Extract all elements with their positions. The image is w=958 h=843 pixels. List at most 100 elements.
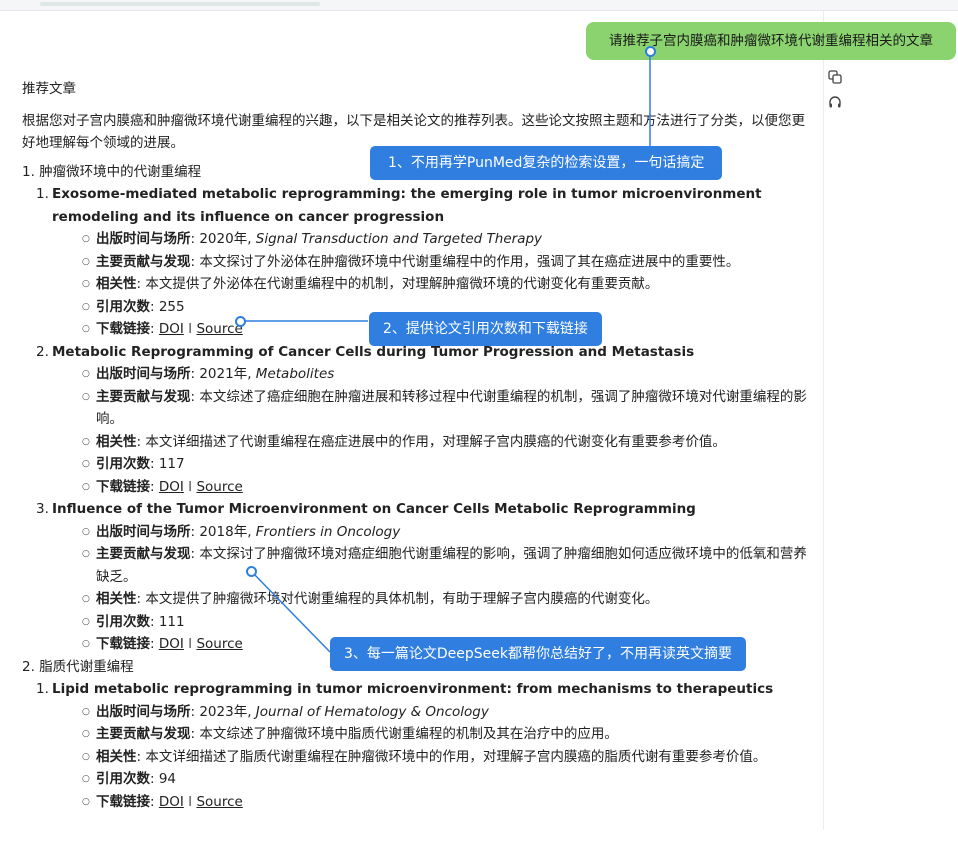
source-link[interactable]: Source bbox=[196, 794, 242, 810]
section: 1. 肿瘤微环境中的代谢重编程 1. Exosome-mediated meta… bbox=[22, 161, 812, 656]
field-label: 出版时间与场所 bbox=[96, 366, 191, 382]
citation-count: 255 bbox=[158, 298, 185, 315]
relevance-text: 本文提供了肿瘤微环境对代谢重编程的具体机制，有助于理解子宫内膜癌的代谢变化。 bbox=[145, 591, 659, 607]
link-separator: I bbox=[188, 478, 193, 495]
field-label: 下载链接 bbox=[96, 321, 150, 337]
paper-entry: 2. Metabolic Reprogramming of Cancer Cel… bbox=[22, 341, 812, 499]
venue: Journal of Hematology & Oncology bbox=[255, 703, 489, 720]
section-title: 肿瘤微环境中的代谢重编程 bbox=[39, 163, 202, 180]
field-citations: 引用次数: 117 bbox=[82, 453, 812, 476]
source-link[interactable]: Source bbox=[196, 636, 242, 652]
top-bar bbox=[0, 0, 958, 11]
field-relevance: 相关性: 本文详细描述了代谢重编程在癌症进展中的作用，对理解子宫内膜癌的代谢变化… bbox=[82, 431, 812, 454]
paper-entry: 1. Lipid metabolic reprogramming in tumo… bbox=[22, 678, 812, 813]
section-list: 1. 肿瘤微环境中的代谢重编程 1. Exosome-mediated meta… bbox=[22, 161, 812, 814]
field-label: 出版时间与场所 bbox=[96, 703, 191, 720]
field-label: 引用次数 bbox=[96, 298, 150, 315]
citation-count: 117 bbox=[158, 456, 185, 472]
field-contribution: 主要贡献与发现: 本文综述了癌症细胞在肿瘤进展和转移过程中代谢重编程的机制，强调… bbox=[82, 386, 812, 431]
section-title: 脂质代谢重编程 bbox=[39, 658, 134, 675]
field-time-venue: 出版时间与场所: 2018年, Frontiers in Oncology bbox=[82, 521, 812, 544]
contribution-text: 本文探讨了肿瘤微环境对癌症细胞代谢重编程的影响，强调了肿瘤细胞如何适应微环境中的… bbox=[96, 546, 807, 585]
copy-icon[interactable] bbox=[828, 70, 842, 84]
field-label: 主要贡献与发现 bbox=[96, 726, 191, 742]
field-label: 主要贡献与发现 bbox=[96, 546, 191, 562]
year: 2020年, bbox=[199, 231, 252, 247]
field-label: 相关性 bbox=[96, 433, 137, 450]
field-relevance: 相关性: 本文提供了肿瘤微环境对代谢重编程的具体机制，有助于理解子宫内膜癌的代谢… bbox=[82, 588, 812, 611]
field-citations: 引用次数: 94 bbox=[82, 768, 812, 791]
field-label: 主要贡献与发现 bbox=[96, 388, 191, 405]
callout-dot bbox=[645, 46, 656, 57]
contribution-text: 本文综述了肿瘤微环境中脂质代谢重编程的机制及其在治疗中的应用。 bbox=[199, 726, 618, 742]
page-title: 推荐文章 bbox=[22, 81, 76, 97]
field-label: 相关性 bbox=[96, 748, 137, 765]
link-separator: I bbox=[188, 321, 193, 337]
field-label: 引用次数 bbox=[96, 771, 150, 787]
relevance-text: 本文提供了外泌体在代谢重编程中的机制，对理解肿瘤微环境的代谢变化有重要贡献。 bbox=[145, 276, 659, 292]
paper-title: Lipid metabolic reprogramming in tumor m… bbox=[52, 681, 774, 697]
field-download: 下载链接: DOI I Source bbox=[82, 791, 812, 814]
field-label: 下载链接 bbox=[96, 793, 150, 810]
field-label: 相关性 bbox=[96, 591, 137, 607]
venue: Metabolites bbox=[255, 366, 335, 382]
field-label: 相关性 bbox=[96, 276, 137, 292]
link-separator: I bbox=[188, 793, 193, 810]
doi-link[interactable]: DOI bbox=[159, 479, 184, 495]
paper-fields: 出版时间与场所: 2021年, Metabolites 主要贡献与发现: 本文综… bbox=[52, 363, 812, 498]
doi-link[interactable]: DOI bbox=[159, 794, 184, 810]
field-citations: 引用次数: 111 bbox=[82, 611, 812, 634]
user-message-bubble: 请推荐子宫内膜癌和肿瘤微环境代谢重编程相关的文章 bbox=[586, 22, 956, 60]
field-contribution: 主要贡献与发现: 本文综述了肿瘤微环境中脂质代谢重编程的机制及其在治疗中的应用。 bbox=[82, 723, 812, 746]
link-separator: I bbox=[188, 636, 193, 652]
source-link[interactable]: Source bbox=[196, 479, 242, 495]
callout-2: 2、提供论文引用次数和下载链接 bbox=[369, 312, 602, 346]
paper-title: Exosome-mediated metabolic reprogramming… bbox=[52, 186, 762, 225]
doi-link[interactable]: DOI bbox=[159, 636, 184, 652]
contribution-text: 本文探讨了外泌体在肿瘤微环境中代谢重编程中的作用，强调了其在癌症进展中的重要性。 bbox=[199, 253, 740, 270]
field-label: 主要贡献与发现 bbox=[96, 253, 191, 270]
field-relevance: 相关性: 本文提供了外泌体在代谢重编程中的机制，对理解肿瘤微环境的代谢变化有重要… bbox=[82, 273, 812, 296]
section-number: 1. bbox=[22, 163, 35, 180]
field-time-venue: 出版时间与场所: 2020年, Signal Transduction and … bbox=[82, 228, 812, 251]
relevance-text: 本文详细描述了脂质代谢重编程在肿瘤微环境中的作用，对理解子宫内膜癌的脂质代谢有重… bbox=[145, 748, 767, 765]
top-strip bbox=[40, 2, 320, 6]
callout-dot bbox=[246, 566, 257, 577]
field-label: 出版时间与场所 bbox=[96, 231, 191, 247]
field-time-venue: 出版时间与场所: 2023年, Journal of Hematology & … bbox=[82, 701, 812, 724]
field-label: 引用次数 bbox=[96, 613, 150, 630]
field-label: 出版时间与场所 bbox=[96, 523, 191, 540]
field-download: 下载链接: DOI I Source bbox=[82, 476, 812, 499]
field-relevance: 相关性: 本文详细描述了脂质代谢重编程在肿瘤微环境中的作用，对理解子宫内膜癌的脂… bbox=[82, 746, 812, 769]
venue: Frontiers in Oncology bbox=[255, 523, 401, 540]
callout-dot bbox=[235, 316, 246, 327]
paper-title: Influence of the Tumor Microenvironment … bbox=[52, 501, 696, 517]
year: 2018年, bbox=[199, 523, 252, 540]
field-contribution: 主要贡献与发现: 本文探讨了外泌体在肿瘤微环境中代谢重编程中的作用，强调了其在癌… bbox=[82, 251, 812, 274]
assistant-answer: 推荐文章 根据您对子宫内膜癌和肿瘤微环境代谢重编程的兴趣，以下是相关论文的推荐列… bbox=[22, 78, 812, 830]
citation-count: 94 bbox=[158, 771, 177, 787]
section: 2. 脂质代谢重编程 1. Lipid metabolic reprogramm… bbox=[22, 656, 812, 814]
contribution-text: 本文综述了癌症细胞在肿瘤进展和转移过程中代谢重编程的机制，强调了肿瘤微环境对代谢… bbox=[96, 388, 807, 428]
paper-number: 1. bbox=[36, 186, 49, 202]
paper-fields: 出版时间与场所: 2018年, Frontiers in Oncology 主要… bbox=[52, 521, 812, 656]
headphones-icon[interactable] bbox=[828, 95, 842, 109]
field-contribution: 主要贡献与发现: 本文探讨了肿瘤微环境对癌症细胞代谢重编程的影响，强调了肿瘤细胞… bbox=[82, 543, 812, 588]
paper-number: 3. bbox=[36, 501, 49, 517]
relevance-text: 本文详细描述了代谢重编程在癌症进展中的作用，对理解子宫内膜癌的代谢变化有重要参考… bbox=[145, 433, 726, 450]
paper-number: 2. bbox=[36, 343, 49, 360]
field-label: 下载链接 bbox=[96, 478, 150, 495]
callout-1: 1、不用再学PunMed复杂的检索设置，一句话搞定 bbox=[370, 146, 723, 180]
section-number: 2. bbox=[22, 658, 35, 675]
paper-entry: 3. Influence of the Tumor Microenvironme… bbox=[22, 498, 812, 656]
doi-link[interactable]: DOI bbox=[159, 321, 184, 337]
citation-count: 111 bbox=[158, 613, 185, 630]
field-label: 引用次数 bbox=[96, 456, 150, 472]
divider bbox=[823, 10, 824, 830]
field-label: 下载链接 bbox=[96, 636, 150, 652]
year: 2021年, bbox=[199, 366, 252, 382]
year: 2023年, bbox=[199, 703, 252, 720]
paper-fields: 出版时间与场所: 2023年, Journal of Hematology & … bbox=[52, 701, 812, 814]
venue: Signal Transduction and Targeted Therapy bbox=[255, 231, 543, 247]
paper-number: 1. bbox=[36, 681, 49, 697]
